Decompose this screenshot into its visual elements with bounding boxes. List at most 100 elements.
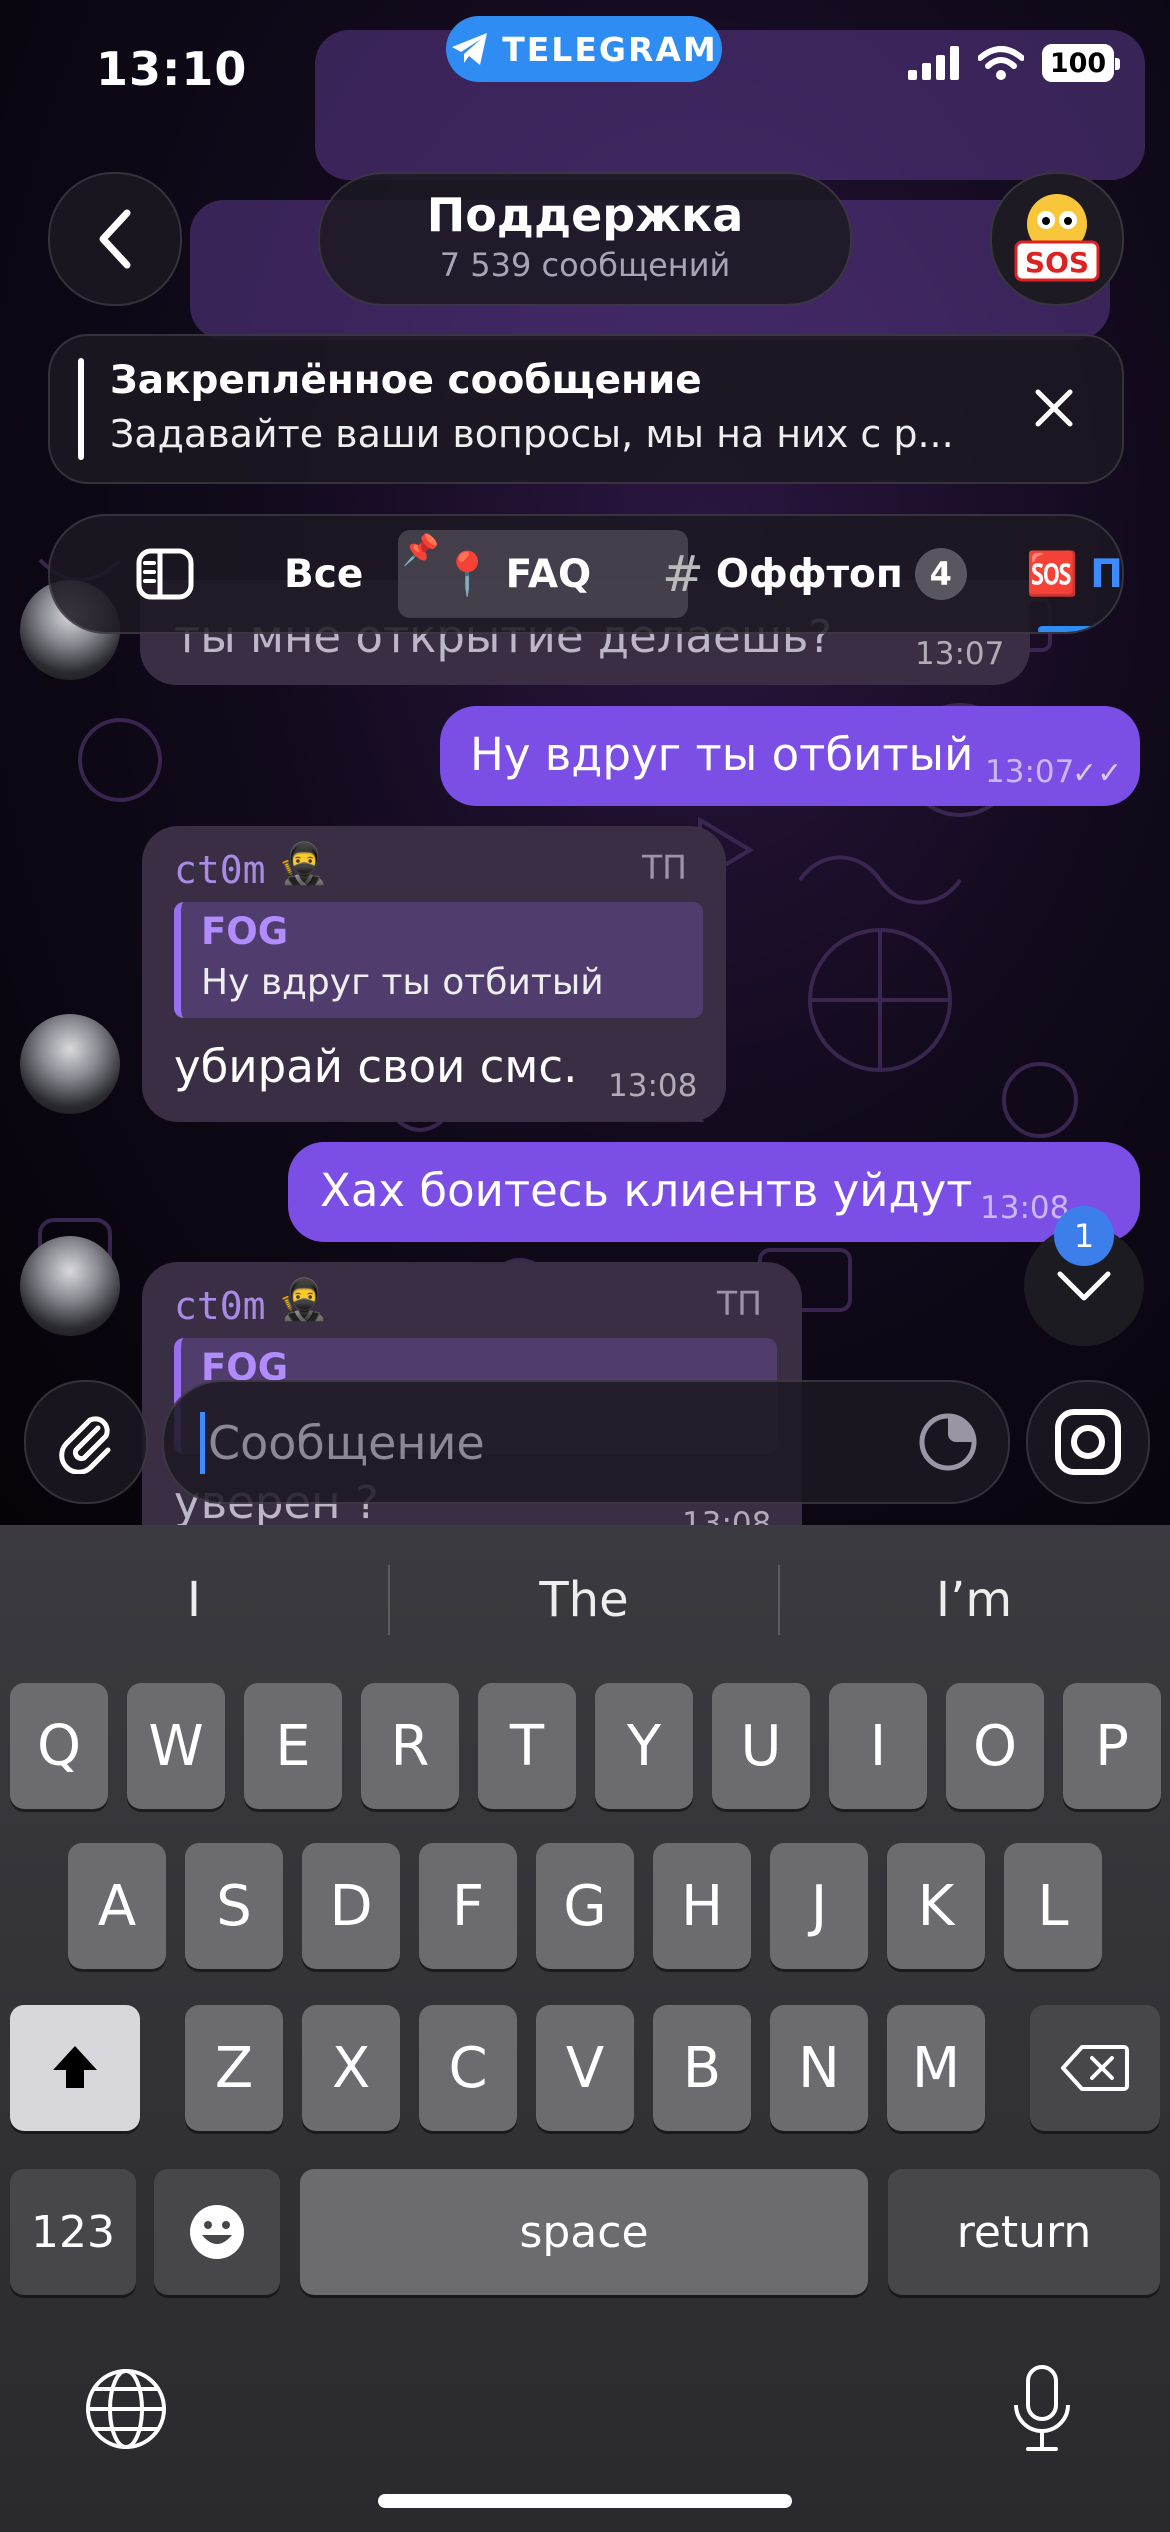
message-time: 13:08 xyxy=(682,1506,772,1525)
sender-emoji-icon: 🥷 xyxy=(278,1277,328,1323)
avatar[interactable] xyxy=(20,1014,120,1114)
group-avatar[interactable]: SOS xyxy=(990,172,1124,306)
sender-name[interactable]: ct0m xyxy=(174,848,266,892)
message-bubble-outgoing[interactable]: Ну вдруг ты отбитый 13:07 ✓✓ xyxy=(440,706,1140,806)
key-d[interactable]: D xyxy=(302,1843,400,1969)
key-q[interactable]: Q xyxy=(10,1683,108,1809)
key-c[interactable]: C xyxy=(419,2005,517,2131)
globe-icon[interactable] xyxy=(84,2367,168,2451)
emoji-key[interactable] xyxy=(154,2169,280,2295)
message-text: убирай свои смс. xyxy=(174,1040,578,1093)
message-time: 13:08 xyxy=(608,1068,698,1104)
telegram-plane-icon xyxy=(452,33,488,65)
key-l[interactable]: L xyxy=(1004,1843,1102,1969)
key-y[interactable]: Y xyxy=(595,1683,693,1809)
video-message-button[interactable] xyxy=(1026,1380,1150,1504)
unread-badge: 4 xyxy=(914,548,967,600)
key-m[interactable]: M xyxy=(887,2005,985,2131)
key-b[interactable]: B xyxy=(653,2005,751,2131)
tab-support[interactable]: 🆘 П xyxy=(1026,516,1123,632)
key-w[interactable]: W xyxy=(127,1683,225,1809)
suggestion-3[interactable]: I’m xyxy=(780,1525,1168,1675)
battery-icon: 100 xyxy=(1042,44,1120,82)
pinned-text: Задавайте ваши вопросы, мы на них с р... xyxy=(110,412,954,456)
tab-offtopic[interactable]: # Оффтоп 4 xyxy=(662,516,967,632)
message-text: Хах боитесь клиентв уйдут xyxy=(320,1164,973,1217)
key-k[interactable]: K xyxy=(887,1843,985,1969)
key-t[interactable]: T xyxy=(478,1683,576,1809)
key-e[interactable]: E xyxy=(244,1683,342,1809)
key-h[interactable]: H xyxy=(653,1843,751,1969)
suggestion-1[interactable]: I xyxy=(0,1525,388,1675)
topics-tab-bar: Все 📌 📍 FAQ # Оффтоп 4 🆘 П xyxy=(48,514,1124,634)
key-f[interactable]: F xyxy=(419,1843,517,1969)
key-j[interactable]: J xyxy=(770,1843,868,1969)
message-time: 13:07 xyxy=(985,754,1075,790)
key-x[interactable]: X xyxy=(302,2005,400,2131)
avatar[interactable] xyxy=(20,1236,120,1336)
signal-icon xyxy=(908,46,959,80)
key-s[interactable]: S xyxy=(185,1843,283,1969)
message-text: Ну вдруг ты отбитый xyxy=(470,728,974,781)
pinned-message-bar[interactable]: Закреплённое сообщение Задавайте ваши во… xyxy=(48,334,1124,484)
suggestion-2[interactable]: The xyxy=(390,1525,778,1675)
key-a[interactable]: A xyxy=(68,1843,166,1969)
status-icons: 100 xyxy=(908,44,1120,82)
key-o[interactable]: O xyxy=(946,1683,1044,1809)
key-n[interactable]: N xyxy=(770,2005,868,2131)
quote-text: Ну вдруг ты отбитый xyxy=(201,962,604,1003)
pinned-indicator xyxy=(78,358,84,460)
emoji-face-icon xyxy=(190,2205,244,2259)
back-button[interactable] xyxy=(48,172,182,306)
sender-name[interactable]: ct0m xyxy=(174,1284,266,1328)
topics-sidebar-button[interactable] xyxy=(136,516,194,632)
home-indicator[interactable] xyxy=(378,2494,792,2508)
microphone-icon[interactable] xyxy=(1010,2363,1074,2455)
numbers-key[interactable]: 123 xyxy=(10,2169,136,2295)
shift-arrow-icon xyxy=(53,2046,97,2088)
tab-label: Оффтоп xyxy=(715,551,903,597)
key-v[interactable]: V xyxy=(536,2005,634,2131)
message-input-box[interactable] xyxy=(162,1380,1010,1504)
text-cursor xyxy=(200,1412,205,1474)
telegram-return-pill[interactable]: TELEGRAM xyxy=(446,16,722,82)
message-time: 13:07 xyxy=(915,636,1005,672)
key-r[interactable]: R xyxy=(361,1683,459,1809)
chevron-left-icon xyxy=(99,209,131,269)
tab-label: П xyxy=(1090,551,1123,597)
tab-all[interactable]: Все xyxy=(284,516,363,632)
wifi-icon xyxy=(978,46,1024,80)
pin-icon: 📌 xyxy=(402,532,440,568)
sticker-icon[interactable] xyxy=(916,1410,980,1474)
shift-key[interactable] xyxy=(10,2005,140,2131)
status-time: 13:10 xyxy=(96,42,248,96)
attach-button[interactable] xyxy=(24,1380,148,1504)
pinned-title: Закреплённое сообщение xyxy=(110,358,702,403)
key-z[interactable]: Z xyxy=(185,2005,283,2131)
message-bubble-incoming[interactable]: ct0m 🥷 ТП FOG Ну вдруг ты отбитый убирай… xyxy=(142,826,726,1122)
key-g[interactable]: G xyxy=(536,1843,634,1969)
key-u[interactable]: U xyxy=(712,1683,810,1809)
return-key[interactable]: return xyxy=(888,2169,1160,2295)
tab-faq[interactable]: 📌 📍 FAQ xyxy=(402,516,591,632)
close-icon[interactable] xyxy=(1026,380,1082,436)
paperclip-icon xyxy=(59,1416,111,1474)
sos-sticker-icon: SOS xyxy=(1014,194,1100,282)
key-p[interactable]: P xyxy=(1063,1683,1161,1809)
chat-title-pill[interactable]: Поддержка 7 539 сообщений xyxy=(318,172,852,306)
key-i[interactable]: I xyxy=(829,1683,927,1809)
chat-subtitle: 7 539 сообщений xyxy=(439,246,731,284)
tab-label: Все xyxy=(284,551,364,597)
battery-level: 100 xyxy=(1049,47,1107,79)
read-checkmarks-icon: ✓✓ xyxy=(1072,756,1123,791)
message-time: 13:08 xyxy=(980,1190,1070,1226)
message-input[interactable] xyxy=(206,1382,910,1504)
app-pill-label: TELEGRAM xyxy=(502,29,718,69)
backspace-key[interactable] xyxy=(1030,2005,1160,2131)
message-bubble-outgoing[interactable]: Хах боитесь клиентв уйдут 13:08 xyxy=(288,1142,1140,1242)
quote-author: FOG xyxy=(201,910,289,953)
reply-quote[interactable]: FOG Ну вдруг ты отбитый xyxy=(174,902,703,1018)
sidebar-toggle-icon xyxy=(136,548,194,600)
space-key[interactable]: space xyxy=(300,2169,868,2295)
chevron-down-icon xyxy=(1057,1271,1111,1301)
